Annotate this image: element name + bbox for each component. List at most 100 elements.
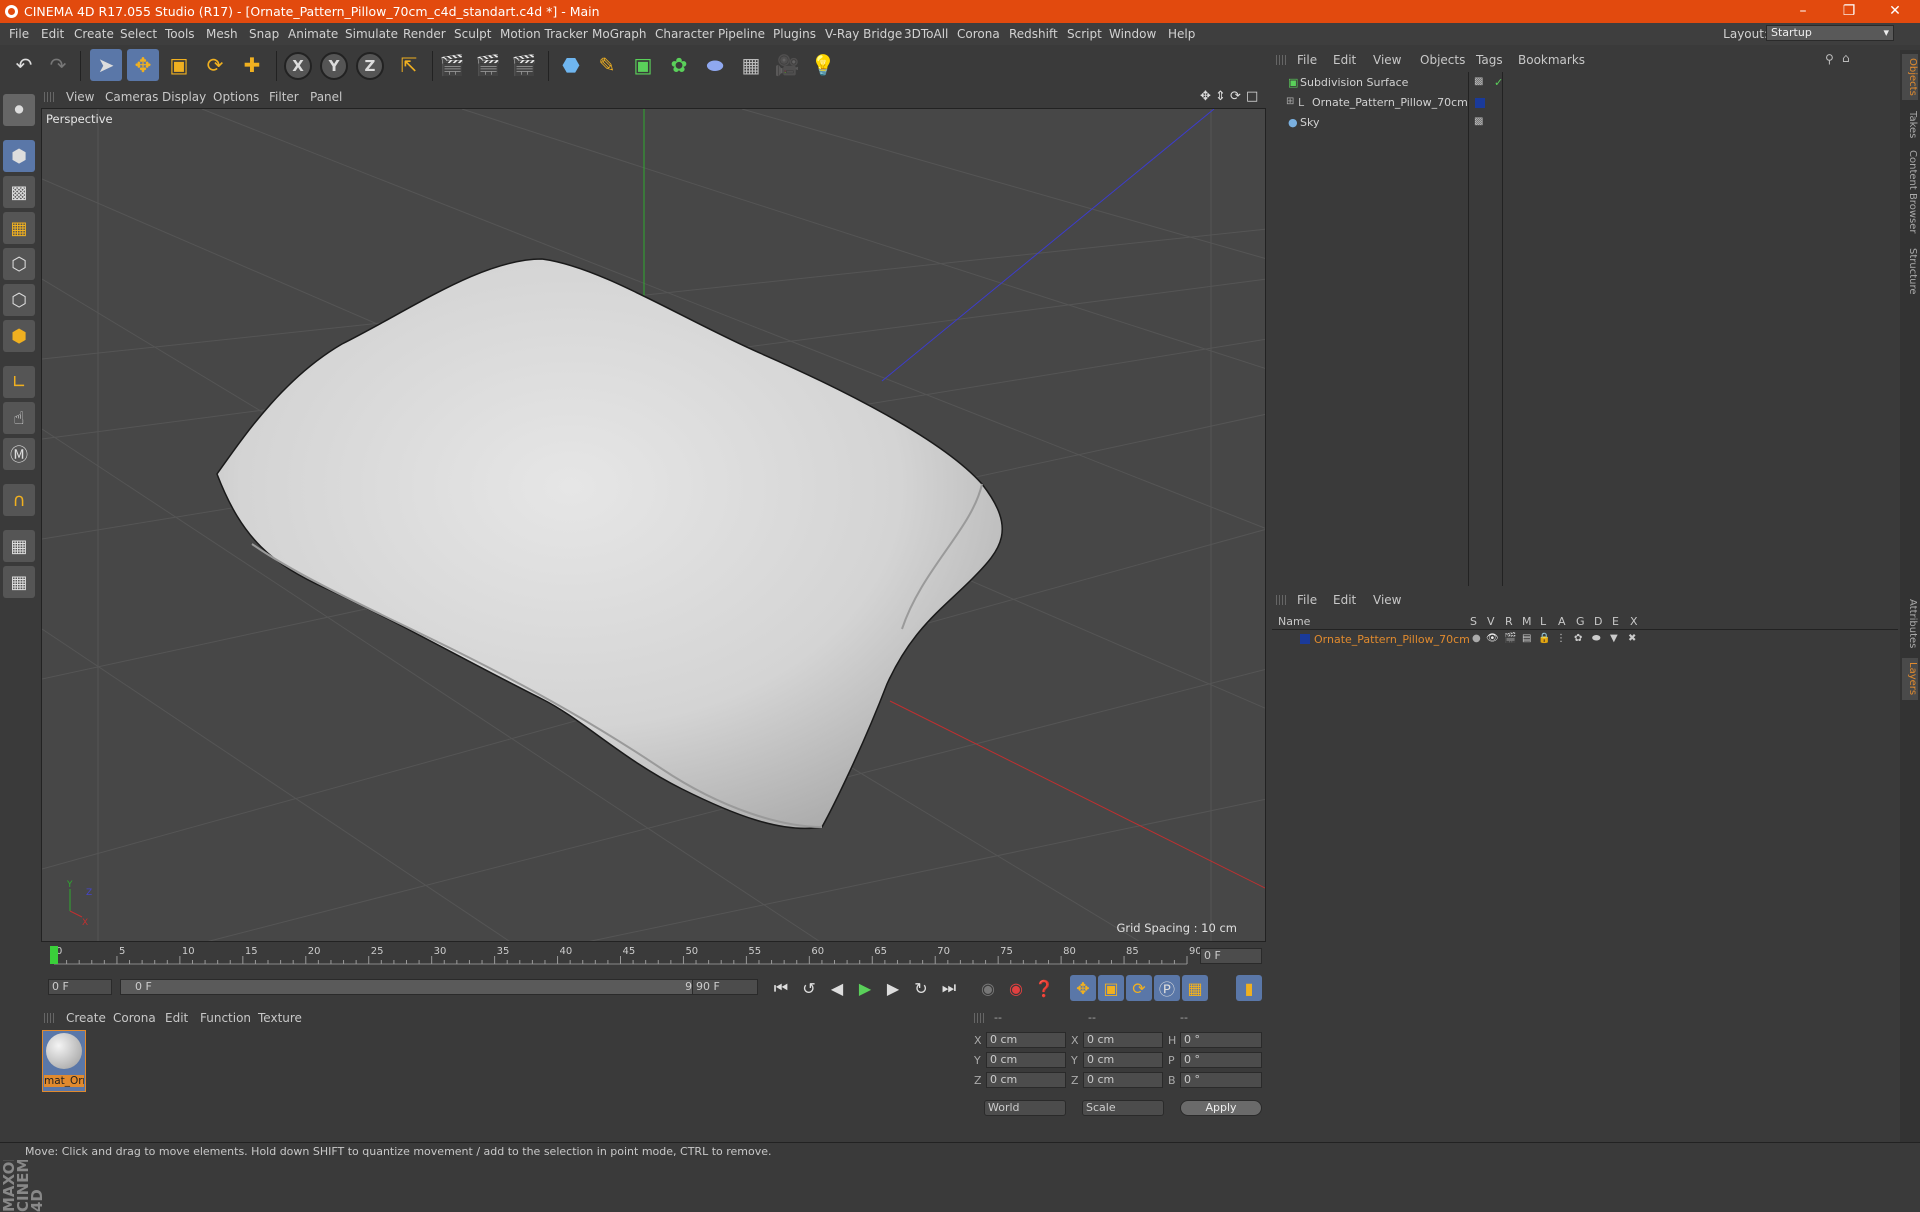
obj-menu-file[interactable]: File xyxy=(1297,53,1317,67)
key-scale-icon[interactable]: ▣ xyxy=(1098,975,1124,1001)
menu-snap[interactable]: Snap xyxy=(249,27,279,41)
polygons-mode-icon[interactable]: ⬢ xyxy=(3,320,35,352)
vp-menu-display[interactable]: Display xyxy=(162,90,206,104)
x-axis-lock-icon[interactable]: X xyxy=(284,52,312,80)
tweak-mode-icon[interactable]: ☝ xyxy=(3,402,35,434)
render-view-icon[interactable]: 🎬 xyxy=(436,49,468,81)
end-frame-field[interactable]: 90 F xyxy=(692,979,758,995)
expand-icon[interactable]: ⊞ xyxy=(1286,96,1294,107)
scale-tool-icon[interactable]: ▣ xyxy=(163,49,195,81)
axis-mode-icon[interactable]: ∟ xyxy=(3,366,35,398)
object-row-sky[interactable]: ● Sky ▩ xyxy=(1272,114,1898,132)
menu-edit[interactable]: Edit xyxy=(41,27,64,41)
cloner-icon[interactable]: ✿ xyxy=(663,49,695,81)
home-icon[interactable]: ⌂ xyxy=(1842,51,1850,65)
floor-icon[interactable]: ▦ xyxy=(735,49,767,81)
menu-help[interactable]: Help xyxy=(1168,27,1195,41)
texture-mode-icon[interactable]: ▩ xyxy=(3,176,35,208)
rotation-h-field[interactable]: 0 ° xyxy=(1180,1032,1262,1048)
layer-deformers-icon[interactable]: ⬬ xyxy=(1592,633,1601,644)
undo-icon[interactable]: ↶ xyxy=(8,49,40,81)
viewport-maximize-icon[interactable]: □ xyxy=(1246,89,1258,104)
rotation-p-field[interactable]: 0 ° xyxy=(1180,1052,1262,1068)
enabled-check-icon[interactable]: ✓ xyxy=(1494,76,1503,89)
next-frame-icon[interactable]: ▶ xyxy=(880,975,906,1001)
make-editable-icon[interactable]: ⚫ xyxy=(3,94,35,126)
previous-frame-icon[interactable]: ◀ xyxy=(824,975,850,1001)
layer-name[interactable]: Ornate_Pattern_Pillow_70cm xyxy=(1314,633,1470,646)
mat-menu-edit[interactable]: Edit xyxy=(165,1011,188,1025)
material-thumbnail[interactable]: mat_Orn xyxy=(42,1030,86,1092)
camera-icon[interactable]: 🎥 xyxy=(771,49,803,81)
tab-layers[interactable]: Layers xyxy=(1902,658,1918,700)
layer-menu-view[interactable]: View xyxy=(1373,593,1401,607)
z-axis-lock-icon[interactable]: Z xyxy=(356,52,384,80)
obj-menu-tags[interactable]: Tags xyxy=(1476,53,1503,67)
menu-vray-bridge[interactable]: V-Ray Bridge xyxy=(825,27,902,41)
render-settings-icon[interactable]: 🎬 xyxy=(508,49,540,81)
coordinate-system-icon[interactable]: ⇱ xyxy=(393,49,425,81)
mat-menu-function[interactable]: Function xyxy=(200,1011,251,1025)
workplane-align-icon[interactable]: ▦ xyxy=(3,566,35,598)
snap-magnet-icon[interactable]: ∩ xyxy=(3,484,35,516)
vp-menu-view[interactable]: View xyxy=(66,90,94,104)
menu-pipeline[interactable]: Pipeline xyxy=(718,27,765,41)
live-selection-icon[interactable]: ➤ xyxy=(90,49,122,81)
menu-script[interactable]: Script xyxy=(1067,27,1102,41)
menu-window[interactable]: Window xyxy=(1109,27,1156,41)
go-to-end-icon[interactable]: ⏭ xyxy=(936,975,962,1001)
menu-mesh[interactable]: Mesh xyxy=(206,27,238,41)
mat-menu-create[interactable]: Create xyxy=(66,1011,106,1025)
position-x-field[interactable]: 0 cm xyxy=(986,1032,1066,1048)
size-x-field[interactable]: 0 cm xyxy=(1083,1032,1163,1048)
autokey-icon[interactable]: ◉ xyxy=(1003,975,1029,1001)
obj-menu-objects[interactable]: Objects xyxy=(1420,53,1465,67)
layer-solo-icon[interactable]: ● xyxy=(1472,633,1481,644)
viewport-nav-rotate-icon[interactable]: ⟳ xyxy=(1230,89,1241,104)
current-frame-field[interactable]: 0 F xyxy=(1200,948,1262,964)
restore-icon[interactable]: ❐ xyxy=(1826,0,1872,23)
workplane-mode-icon[interactable]: ▦ xyxy=(3,212,35,244)
obj-menu-view[interactable]: View xyxy=(1373,53,1401,67)
rotate-tool-icon[interactable]: ⟳ xyxy=(199,49,231,81)
obj-menu-bookmarks[interactable]: Bookmarks xyxy=(1518,53,1585,67)
layout-dropdown[interactable]: Startup ▾ xyxy=(1766,25,1894,41)
coord-space-dropdown[interactable]: World xyxy=(984,1100,1066,1116)
go-to-start-icon[interactable]: ⏮ xyxy=(768,975,794,1001)
keyframe-selection-icon[interactable]: ❓ xyxy=(1031,975,1057,1001)
redo-icon[interactable]: ↷ xyxy=(42,49,74,81)
tab-structure[interactable]: Structure xyxy=(1902,244,1918,298)
layer-render-icon[interactable]: 🎬 xyxy=(1504,633,1516,644)
mat-menu-corona[interactable]: Corona xyxy=(113,1011,156,1025)
menu-render[interactable]: Render xyxy=(403,27,446,41)
key-parameter-icon[interactable]: Ⓟ xyxy=(1154,975,1180,1001)
layer-menu-file[interactable]: File xyxy=(1297,593,1317,607)
key-pla-icon[interactable]: ▦ xyxy=(1182,975,1208,1001)
menu-sculpt[interactable]: Sculpt xyxy=(454,27,491,41)
menu-corona[interactable]: Corona xyxy=(957,27,1000,41)
vp-menu-options[interactable]: Options xyxy=(213,90,259,104)
menu-create[interactable]: Create xyxy=(74,27,114,41)
menu-file[interactable]: File xyxy=(9,27,29,41)
subdivision-surface-icon[interactable]: ▣ xyxy=(627,49,659,81)
solo-mode-icon[interactable]: Ⓜ xyxy=(3,438,35,470)
render-picture-viewer-icon[interactable]: 🎬 xyxy=(472,49,504,81)
viewport-nav-move-icon[interactable]: ✥ xyxy=(1200,89,1211,104)
menu-redshift[interactable]: Redshift xyxy=(1009,27,1058,41)
perspective-viewport[interactable]: Y Z X Perspective Grid Spacing : 10 cm xyxy=(41,108,1266,942)
next-keyframe-icon[interactable]: ↻ xyxy=(908,975,934,1001)
points-mode-icon[interactable]: ⬡ xyxy=(3,248,35,280)
move-tool-icon[interactable]: ✥ xyxy=(127,49,159,81)
pen-spline-icon[interactable]: ✎ xyxy=(591,49,623,81)
position-z-field[interactable]: 0 cm xyxy=(986,1072,1066,1088)
layer-color-swatch[interactable] xyxy=(1300,634,1310,644)
menu-motion-tracker[interactable]: Motion Tracker xyxy=(500,27,588,41)
rotation-b-field[interactable]: 0 ° xyxy=(1180,1072,1262,1088)
layer-animation-icon[interactable]: ⋮ xyxy=(1556,633,1566,644)
tab-attributes[interactable]: Attributes xyxy=(1902,594,1918,654)
layer-menu-edit[interactable]: Edit xyxy=(1333,593,1356,607)
coord-mode-dropdown[interactable]: Scale xyxy=(1082,1100,1164,1116)
layer-generators-icon[interactable]: ✿ xyxy=(1574,633,1582,644)
vp-menu-panel[interactable]: Panel xyxy=(310,90,342,104)
previous-keyframe-icon[interactable]: ↺ xyxy=(796,975,822,1001)
